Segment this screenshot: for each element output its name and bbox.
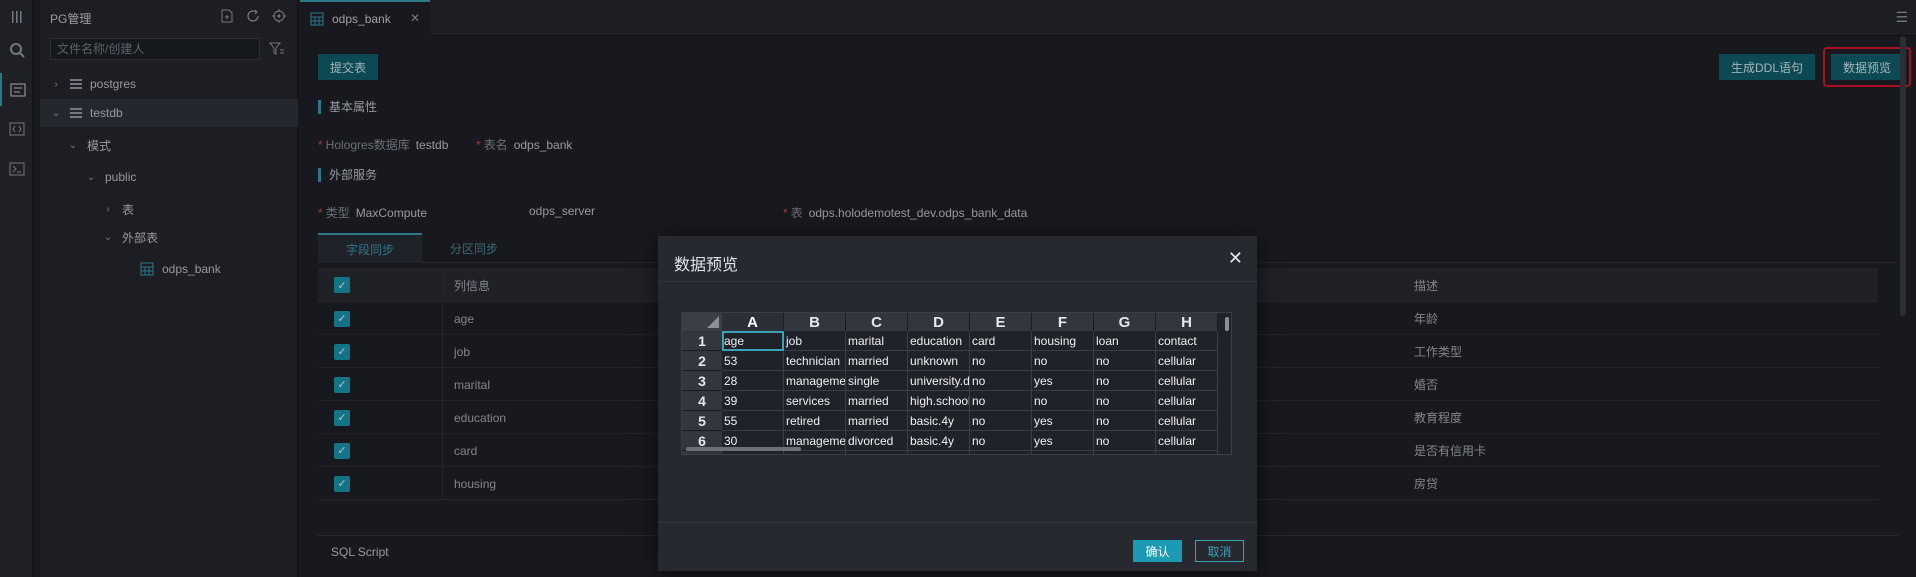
sheet-cell[interactable]: cellular (1156, 391, 1218, 411)
sheet-cell[interactable]: no (1094, 411, 1156, 431)
app-root: PG管理 › postgres ⌄ testdb ⌄ (0, 0, 1916, 577)
sheet-cell[interactable]: no (1094, 431, 1156, 451)
sheet-cell[interactable]: yes (1032, 451, 1094, 454)
column-header[interactable]: E (970, 313, 1032, 331)
column-header[interactable]: G (1094, 313, 1156, 331)
sheet-cell[interactable]: no (970, 351, 1032, 371)
sheet-cell[interactable]: yes (1032, 411, 1094, 431)
column-header[interactable]: B (784, 313, 846, 331)
sheet-cell[interactable]: no (1032, 351, 1094, 371)
sheet-cell[interactable]: unknown (908, 351, 970, 371)
sheet-cell[interactable]: yes (1032, 431, 1094, 451)
sheet-cell[interactable]: management (784, 371, 846, 391)
preview-spreadsheet[interactable]: A B C D E F G H 1 age job marital education c… (681, 312, 1232, 455)
cancel-button[interactable]: 取消 (1195, 540, 1244, 562)
sheet-cell[interactable]: cellular (1156, 371, 1218, 391)
sheet-cell[interactable]: cellular (1156, 351, 1218, 371)
column-header[interactable]: F (1032, 313, 1094, 331)
sheet-cell[interactable]: 39 (722, 391, 784, 411)
modal-title: 数据预览 (674, 257, 739, 274)
sheet-cell[interactable]: married (846, 351, 908, 371)
data-preview-modal: 数据预览 ✕ A B C D E F G H 1 age job marital edu… (658, 236, 1257, 571)
sheet-cell[interactable]: no (970, 451, 1032, 454)
sheet-cell[interactable]: housing (1032, 331, 1094, 351)
row-number[interactable]: 4 (682, 391, 722, 411)
sheet-cell[interactable]: no (970, 431, 1032, 451)
sheet-cell[interactable]: card (970, 331, 1032, 351)
sheet-cell[interactable]: no (970, 371, 1032, 391)
column-header[interactable]: A (722, 313, 784, 331)
sheet-cell[interactable]: 53 (722, 351, 784, 371)
sheet-cell[interactable]: yes (1032, 371, 1094, 391)
sheet-cell[interactable]: divorced (846, 431, 908, 451)
sheet-cell[interactable]: 37 (722, 451, 784, 454)
sheet-cell[interactable]: marital (846, 331, 908, 351)
sheet-cell[interactable]: age (722, 331, 784, 351)
sheet-cell[interactable]: married (846, 391, 908, 411)
row-number[interactable]: 5 (682, 411, 722, 431)
sheet-cell[interactable]: no (970, 391, 1032, 411)
column-header[interactable]: C (846, 313, 908, 331)
sheet-cell[interactable]: job (784, 331, 846, 351)
sheet-cell[interactable]: basic.4y (908, 411, 970, 431)
close-icon[interactable]: ✕ (1228, 248, 1243, 269)
column-header[interactable]: H (1156, 313, 1218, 331)
sheet-cell[interactable]: education (908, 331, 970, 351)
sheet-cell[interactable]: retired (784, 411, 846, 431)
column-header[interactable]: D (908, 313, 970, 331)
row-number[interactable]: 7 (682, 451, 722, 454)
row-number[interactable]: 2 (682, 351, 722, 371)
sheet-cell[interactable]: services (784, 391, 846, 411)
confirm-button[interactable]: 确认 (1133, 540, 1182, 562)
sheet-cell[interactable]: 55 (722, 411, 784, 431)
sheet-cell[interactable]: 28 (722, 371, 784, 391)
sheet-cell[interactable]: contact (1156, 331, 1218, 351)
sheet-cell[interactable]: cellular (1156, 411, 1218, 431)
sheet-cell[interactable]: married (846, 411, 908, 431)
sheet-cell[interactable]: loan (1094, 331, 1156, 351)
sheet-cell[interactable]: no (1094, 351, 1156, 371)
row-number[interactable]: 1 (682, 331, 722, 351)
sheet-cell[interactable]: basic.4y (908, 451, 970, 454)
row-number[interactable]: 3 (682, 371, 722, 391)
sheet-vertical-scrollbar[interactable] (1225, 317, 1229, 331)
sheet-cell[interactable]: university.degree (908, 371, 970, 391)
sheet-cell[interactable]: no (1032, 391, 1094, 411)
sheet-cell[interactable]: no (1094, 391, 1156, 411)
sheet-cell[interactable]: no (1094, 451, 1156, 454)
sheet-corner (682, 313, 722, 331)
sheet-cell[interactable]: blue-collar (784, 451, 846, 454)
sheet-cell[interactable]: cellular (1156, 451, 1218, 454)
sheet-cell[interactable]: no (970, 411, 1032, 431)
sheet-cell[interactable]: cellular (1156, 431, 1218, 451)
sheet-horizontal-scrollbar[interactable] (686, 447, 801, 451)
sheet-cell[interactable]: single (846, 371, 908, 391)
sheet-cell[interactable]: high.school (908, 391, 970, 411)
modal-header: 数据预览 ✕ (658, 236, 1257, 282)
sheet-cell[interactable]: married (846, 451, 908, 454)
sheet-cell[interactable]: no (1094, 371, 1156, 391)
sheet-cell[interactable]: technician (784, 351, 846, 371)
modal-footer: 确认 取消 (658, 522, 1257, 571)
sheet-cell[interactable]: basic.4y (908, 431, 970, 451)
